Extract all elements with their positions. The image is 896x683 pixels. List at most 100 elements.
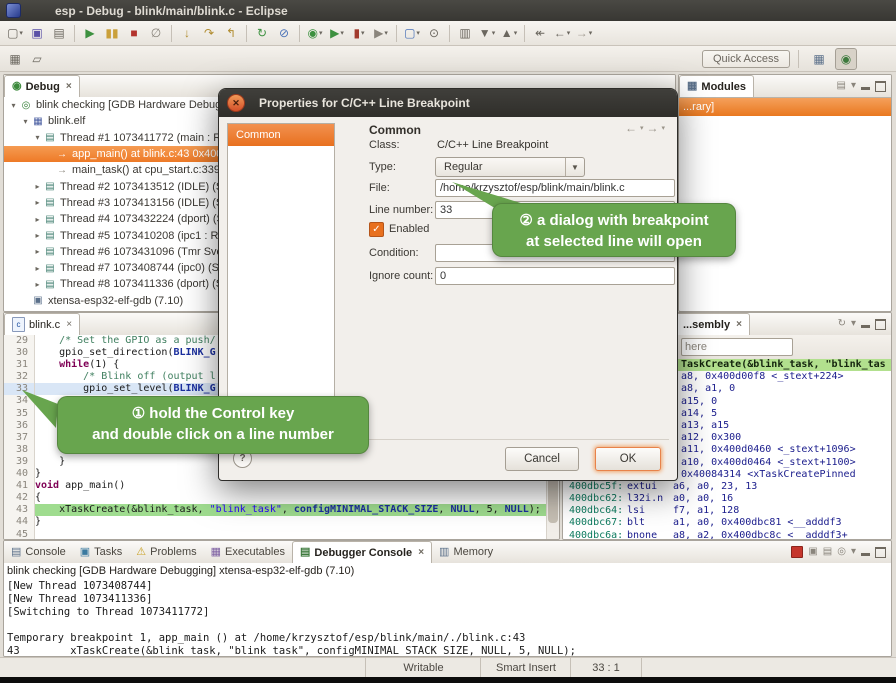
view-menu-icon[interactable]: ▾ xyxy=(851,319,856,329)
forward-icon[interactable]: →▾ xyxy=(574,23,594,43)
dropdown-arrow-icon[interactable]: ▾ xyxy=(19,29,23,37)
tree-expander-icon[interactable]: ▸ xyxy=(32,264,43,273)
disassembly-line[interactable]: 400dbc6a:bnonea8, a2, 0x400dbc8c <__addd… xyxy=(563,530,891,539)
code-line[interactable]: 42{ xyxy=(4,492,547,504)
minimize-icon[interactable] xyxy=(861,549,870,556)
tab-debugger-console[interactable]: ▤Debugger Console× xyxy=(292,541,432,563)
tab-problems[interactable]: ⚠Problems xyxy=(129,542,203,563)
disassembly-line[interactable]: 400dbc64:lsif7, a1, 128 xyxy=(563,505,891,517)
prev-annotation-icon[interactable]: ▲▾ xyxy=(499,23,519,43)
code-line[interactable]: 45 xyxy=(4,529,547,540)
tree-expander-icon[interactable]: ▸ xyxy=(32,198,43,207)
remove-launch-icon[interactable]: ▣ xyxy=(808,547,817,557)
coverage-icon[interactable]: ▮▾ xyxy=(349,23,369,43)
new-wizard-icon[interactable]: ▢▾ xyxy=(5,23,25,43)
line-number[interactable]: 45 xyxy=(4,529,35,540)
line-number[interactable]: 37 xyxy=(4,432,35,444)
minimize-icon[interactable] xyxy=(861,83,870,90)
dropdown-arrow-icon[interactable]: ▾ xyxy=(319,29,323,37)
dropdown-arrow-icon[interactable]: ▾ xyxy=(384,29,388,37)
close-icon[interactable]: × xyxy=(418,547,424,558)
save-icon[interactable]: ▣ xyxy=(27,23,47,43)
minimize-icon[interactable] xyxy=(861,321,870,328)
maximize-icon[interactable] xyxy=(875,547,886,558)
refresh-icon[interactable]: ↻ xyxy=(838,319,846,329)
dropdown-arrow-icon[interactable]: ▾ xyxy=(492,29,496,37)
line-number[interactable]: 40 xyxy=(4,468,35,480)
skip-breakpoints-icon[interactable]: ⊘ xyxy=(274,23,294,43)
pin-console-icon[interactable]: ◎ xyxy=(837,547,846,557)
tree-expander-icon[interactable]: ▾ xyxy=(32,133,43,142)
line-number[interactable]: 43 xyxy=(4,504,35,516)
resume-icon[interactable]: ▶ xyxy=(80,23,100,43)
close-icon[interactable]: × xyxy=(66,319,72,330)
module-row[interactable]: ...rary] xyxy=(679,98,891,116)
step-over-icon[interactable]: ↷ xyxy=(199,23,219,43)
dropdown-arrow-icon[interactable]: ▾ xyxy=(640,124,644,132)
step-into-icon[interactable]: ↓ xyxy=(177,23,197,43)
tab-blink-c[interactable]: c blink.c × xyxy=(4,313,80,335)
external-tools-icon[interactable]: ▶▾ xyxy=(371,23,391,43)
search-icon[interactable]: ⊙ xyxy=(424,23,444,43)
tree-expander-icon[interactable]: ▾ xyxy=(8,101,19,110)
restart-icon[interactable]: ↻ xyxy=(252,23,272,43)
close-icon[interactable]: × xyxy=(736,319,742,330)
tab-modules[interactable]: ▦ Modules xyxy=(679,75,754,97)
dropdown-arrow-icon[interactable]: ▾ xyxy=(514,29,518,37)
run-launch-icon[interactable]: ▶▾ xyxy=(327,23,347,43)
dropdown-arrow-icon[interactable]: ▾ xyxy=(661,124,665,132)
dropdown-arrow-icon[interactable]: ▾ xyxy=(361,29,365,37)
code-line[interactable]: 41void app_main() xyxy=(4,480,547,492)
line-number[interactable]: 39 xyxy=(4,456,35,468)
perspective-open-icon[interactable]: ▦ xyxy=(808,48,830,70)
forward-icon[interactable]: → xyxy=(646,121,658,135)
line-number[interactable]: 41 xyxy=(4,480,35,492)
tree-expander-icon[interactable]: ▸ xyxy=(32,182,43,191)
disassembly-line[interactable]: 400dbc62:l32i.na0, a0, 16 xyxy=(563,493,891,505)
ignore-count-field[interactable] xyxy=(435,267,675,285)
next-annotation-icon[interactable]: ▼▾ xyxy=(477,23,497,43)
maximize-icon[interactable] xyxy=(875,81,886,92)
console-content[interactable]: blink checking [GDB Hardware Debugging] … xyxy=(4,563,891,656)
step-return-icon[interactable]: ↰ xyxy=(221,23,241,43)
location-input[interactable]: here xyxy=(681,338,793,356)
line-number[interactable]: 42 xyxy=(4,492,35,504)
tree-expander-icon[interactable]: ▸ xyxy=(32,215,43,224)
debug-launch-icon[interactable]: ◉▾ xyxy=(305,23,325,43)
dropdown-arrow-icon[interactable]: ▾ xyxy=(340,29,344,37)
terminate-icon[interactable]: ■ xyxy=(124,23,144,43)
disassembly-line[interactable]: 400dbc5f:extuia6, a0, 23, 13 xyxy=(563,481,891,493)
tree-expander-icon[interactable]: ▾ xyxy=(20,117,31,126)
code-line[interactable]: 43 xTaskCreate(&blink_task, "blink_task"… xyxy=(4,504,547,516)
maximize-icon[interactable] xyxy=(875,319,886,330)
tab-tasks[interactable]: ▣Tasks xyxy=(73,542,130,563)
disconnect-icon[interactable]: ∅ xyxy=(146,23,166,43)
dropdown-arrow-icon[interactable]: ▾ xyxy=(416,29,420,37)
view-menu-icon[interactable]: ▾ xyxy=(851,81,856,91)
line-number[interactable]: 30 xyxy=(4,347,35,359)
last-edit-location-icon[interactable]: ↞ xyxy=(530,23,550,43)
print-icon[interactable]: ▤ xyxy=(49,23,69,43)
tab-memory[interactable]: ▥Memory xyxy=(432,542,500,563)
suspend-icon[interactable]: ▮▮ xyxy=(102,23,122,43)
dialog-close-icon[interactable]: ✕ xyxy=(227,94,245,112)
view-menu-icon[interactable]: ▾ xyxy=(851,547,856,557)
ok-button[interactable]: OK xyxy=(595,447,661,471)
terminate-icon[interactable] xyxy=(791,546,803,558)
new-cpp-wizard-icon[interactable]: ▢▾ xyxy=(402,23,422,43)
tab-disassembly[interactable]: ...sembly × xyxy=(675,313,750,335)
back-icon[interactable]: ←▾ xyxy=(552,23,572,43)
line-number[interactable]: 32 xyxy=(4,371,35,383)
clear-console-icon[interactable]: ▤ xyxy=(823,547,832,557)
tree-expander-icon[interactable]: ▸ xyxy=(32,231,43,240)
dropdown-arrow-icon[interactable]: ▾ xyxy=(567,29,571,37)
perspective-debug-icon[interactable]: ◉ xyxy=(835,48,857,70)
line-number[interactable]: 29 xyxy=(4,335,35,347)
dropdown-arrow-icon[interactable]: ▾ xyxy=(589,29,593,37)
line-number[interactable]: 31 xyxy=(4,359,35,371)
mark-occurrences-icon[interactable]: ▥ xyxy=(455,23,475,43)
tab-debug[interactable]: ◉ Debug × xyxy=(4,75,80,97)
sidebar-item-common[interactable]: Common xyxy=(228,124,334,146)
collapse-all-icon[interactable]: ▤ xyxy=(837,81,846,91)
cancel-button[interactable]: Cancel xyxy=(505,447,579,471)
